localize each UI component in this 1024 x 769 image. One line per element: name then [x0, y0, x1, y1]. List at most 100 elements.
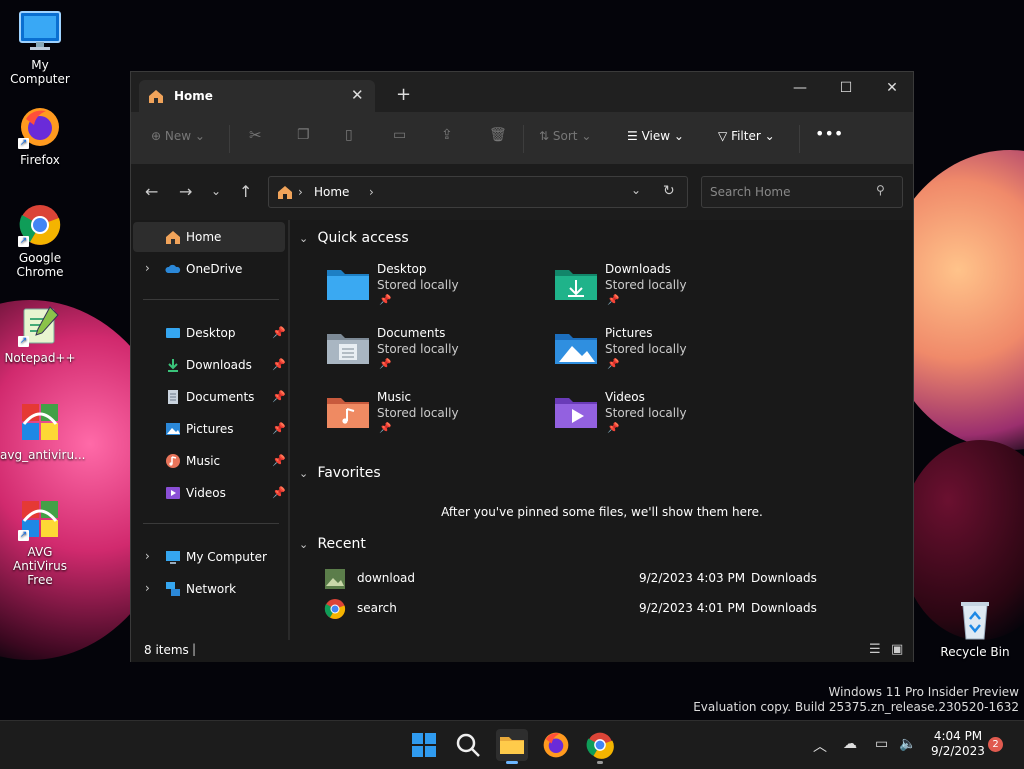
- chrome-taskbar-button[interactable]: [584, 729, 616, 764]
- close-icon[interactable]: ✕: [869, 74, 915, 102]
- avg-antivirus-icon: ↗: [18, 497, 62, 541]
- sidebar-item-desktop[interactable]: Desktop 📌: [133, 318, 286, 348]
- recent-list: download 9/2/2023 4:03 PM Downloads sear…: [290, 219, 912, 639]
- desktop-icon-notepad-plus-plus[interactable]: ↗ Notepad++: [0, 303, 80, 365]
- evaluation-watermark: Windows 11 Pro Insider Preview Evaluatio…: [693, 685, 1019, 714]
- show-hidden-icons-chevron-icon[interactable]: ︿: [813, 736, 827, 756]
- file-explorer-taskbar-button[interactable]: [496, 729, 528, 764]
- view-button[interactable]: ☰ View ⌄: [627, 129, 684, 143]
- tab-home[interactable]: Home ✕: [139, 80, 375, 112]
- back-arrow-icon[interactable]: ←: [145, 182, 158, 201]
- desktop-icon-avg-antivirus[interactable]: ↗ AVG AntiVirus Free: [0, 497, 80, 587]
- pin-icon: 📌: [272, 422, 286, 435]
- desktop-folder-icon: [165, 325, 181, 341]
- pictures-icon: [165, 421, 181, 437]
- sidebar-item-downloads[interactable]: Downloads 📌: [133, 350, 286, 380]
- notepad-plus-plus-icon: ↗: [18, 303, 62, 347]
- paste-icon[interactable]: ▯: [345, 127, 353, 143]
- recent-locations-chevron-icon[interactable]: ⌄: [211, 184, 221, 198]
- desktop-icon-label: Notepad++: [4, 351, 76, 365]
- item-count: 8 items: [144, 643, 189, 657]
- share-icon[interactable]: ⇪: [441, 127, 453, 143]
- recent-row[interactable]: download 9/2/2023 4:03 PM Downloads: [320, 566, 880, 592]
- windows-logo-icon: [412, 733, 436, 757]
- new-tab-icon[interactable]: +: [396, 84, 411, 105]
- address-bar-row: ← → ⌄ ↑ › Home › ⌄ ↻ Search Home ⚲: [131, 164, 913, 220]
- desktop-icon-label: Firefox: [20, 153, 60, 167]
- desktop-icon-google-chrome[interactable]: ↗ Google Chrome: [0, 203, 80, 279]
- more-options-icon[interactable]: •••: [815, 124, 843, 143]
- volume-icon[interactable]: 🔈: [899, 736, 916, 752]
- expand-chevron-icon[interactable]: ›: [145, 261, 150, 275]
- music-icon: [165, 453, 181, 469]
- chrome-icon: [324, 598, 346, 620]
- chrome-icon: ↗: [18, 203, 62, 247]
- details-view-icon[interactable]: ☰: [869, 642, 881, 657]
- filter-button[interactable]: ▽ Filter ⌄: [718, 129, 775, 143]
- search-input[interactable]: Search Home ⚲: [701, 176, 903, 208]
- tiles-view-icon[interactable]: ▣: [891, 642, 903, 657]
- clock[interactable]: 4:04 PM 9/2/2023: [928, 729, 988, 759]
- search-button[interactable]: [452, 729, 484, 761]
- notification-badge[interactable]: 2: [988, 737, 1003, 752]
- chrome-icon: [586, 732, 614, 759]
- sort-icon: ⇅: [539, 129, 550, 143]
- shortcut-arrow-icon: ↗: [18, 336, 29, 347]
- view-icon: ☰: [627, 129, 638, 143]
- cloud-sync-off-icon[interactable]: ☁: [843, 736, 857, 752]
- expand-chevron-icon[interactable]: ›: [145, 549, 150, 563]
- sidebar-item-videos[interactable]: Videos 📌: [133, 478, 286, 508]
- refresh-icon[interactable]: ↻: [663, 183, 675, 199]
- command-bar: ⊕ New ⌄ ✂ ❐ ▯ ▭ ⇪ 🗑 ⇅ Sort ⌄ ☰ View ⌄ ▽ …: [131, 112, 913, 164]
- expand-chevron-icon[interactable]: ›: [145, 581, 150, 595]
- sidebar-item-music[interactable]: Music 📌: [133, 446, 286, 476]
- address-dropdown-icon[interactable]: ⌄: [631, 183, 641, 197]
- delete-icon[interactable]: 🗑: [489, 127, 507, 143]
- desktop-icon-label: Google Chrome: [16, 251, 64, 279]
- filter-icon: ▽: [718, 129, 728, 143]
- title-bar: Home ✕ + — ☐ ✕: [131, 72, 913, 112]
- sort-button[interactable]: ⇅ Sort ⌄: [539, 129, 591, 143]
- sidebar-item-home[interactable]: Home: [133, 222, 285, 252]
- maximize-icon[interactable]: ☐: [823, 74, 869, 102]
- address-box[interactable]: › Home › ⌄ ↻: [268, 176, 688, 208]
- pin-icon: 📌: [272, 390, 286, 403]
- desktop-icon-firefox[interactable]: ↗ Firefox: [0, 105, 80, 167]
- video-icon: [165, 485, 181, 501]
- search-icon: [456, 733, 480, 757]
- taskbar: ︿ ☁ ▭ 🔈 4:04 PM 9/2/2023 2: [0, 720, 1024, 769]
- desktop-icon-label: My Computer: [10, 58, 70, 86]
- copy-icon[interactable]: ❐: [297, 127, 310, 143]
- firefox-taskbar-button[interactable]: [540, 729, 572, 761]
- forward-arrow-icon[interactable]: →: [179, 182, 192, 201]
- desktop-icon-recycle-bin[interactable]: Recycle Bin: [935, 597, 1015, 659]
- sidebar-item-documents[interactable]: Documents 📌: [133, 382, 286, 412]
- breadcrumb[interactable]: Home: [314, 185, 349, 199]
- start-button[interactable]: [408, 729, 440, 761]
- shortcut-arrow-icon: ↗: [18, 530, 29, 541]
- tab-close-icon[interactable]: ✕: [351, 86, 364, 104]
- up-arrow-icon[interactable]: ↑: [239, 182, 252, 201]
- desktop-icon-my-computer[interactable]: My Computer: [0, 10, 80, 86]
- sidebar-item-pictures[interactable]: Pictures 📌: [133, 414, 286, 444]
- sidebar-item-network[interactable]: › Network: [133, 574, 285, 604]
- sidebar-item-onedrive[interactable]: › OneDrive: [133, 254, 285, 284]
- minimize-icon[interactable]: —: [777, 74, 823, 102]
- document-icon: [165, 389, 181, 405]
- cut-icon[interactable]: ✂: [249, 126, 262, 144]
- sidebar-item-my-computer[interactable]: › My Computer: [133, 542, 285, 572]
- recent-row[interactable]: search 9/2/2023 4:01 PM Downloads: [320, 596, 880, 622]
- new-button[interactable]: ⊕ New ⌄: [151, 129, 205, 143]
- navigation-pane: Home › OneDrive Desktop 📌 Downloads 📌 Do…: [131, 220, 288, 640]
- network-status-icon[interactable]: ▭: [875, 736, 888, 752]
- desktop-icon-avg-installer[interactable]: avg_antiviru...: [0, 400, 86, 462]
- desktop-icon-label: AVG AntiVirus Free: [13, 545, 67, 587]
- pin-icon: 📌: [272, 326, 286, 339]
- folder-icon: [500, 737, 524, 754]
- rename-icon[interactable]: ▭: [393, 127, 406, 143]
- shortcut-arrow-icon: ↗: [18, 138, 29, 149]
- home-icon: [165, 229, 181, 245]
- desktop-icon-label: avg_antiviru...: [0, 448, 86, 462]
- recycle-bin-icon: [953, 597, 997, 641]
- avg-installer-icon: [18, 400, 62, 444]
